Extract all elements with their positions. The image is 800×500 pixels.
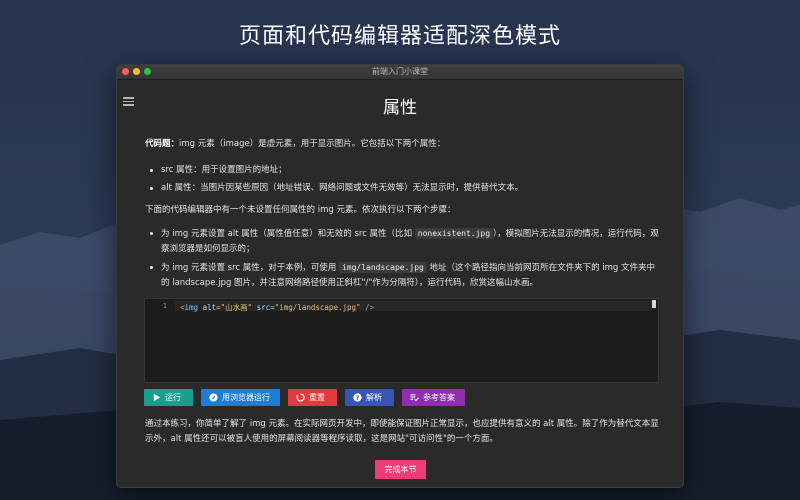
code-line[interactable]: <img alt="山水画" src="img/landscape.jpg" /…: [180, 302, 374, 313]
inline-code: img/landscape.jpg: [338, 262, 427, 273]
window-titlebar[interactable]: 前端入门小课堂: [117, 65, 683, 80]
attribute-list: src 属性：用于设置图片的地址； alt 属性：当图片因某些原因（地址错误、网…: [145, 163, 661, 199]
intro-label: 代码题：: [145, 139, 180, 149]
complete-section-button[interactable]: 完成本节: [375, 460, 426, 479]
question-icon: ?: [353, 393, 362, 402]
app-window: 前端入门小课堂 属性 代码题：img 元素（image）是虚元素，用于显示图片。…: [116, 64, 684, 488]
run-in-browser-button[interactable]: 用浏览器运行: [201, 389, 280, 406]
compass-icon: [209, 393, 218, 402]
svg-text:?: ?: [356, 395, 360, 402]
editor-scrollbar[interactable]: [652, 300, 656, 308]
list-item: src 属性：用于设置图片的地址；: [145, 163, 661, 178]
summary-paragraph: 通过本练习，你简单了解了 img 元素。在实际网页开发中，即使能保证图片正常显示…: [145, 419, 659, 444]
editor-gutter: 1: [145, 299, 175, 382]
reference-answer-button[interactable]: 参考答案: [402, 389, 465, 406]
promo-headline: 页面和代码编辑器适配深色模式: [238, 24, 561, 49]
action-toolbar: 运行 用浏览器运行 重置 ? 解析 参考答案: [144, 389, 465, 406]
reset-button[interactable]: 重置: [288, 389, 337, 406]
list-item: 为 img 元素设置 src 属性，对于本例，可使用 img/landscape…: [145, 260, 661, 291]
run-button[interactable]: 运行: [144, 389, 193, 406]
explain-button[interactable]: ? 解析: [345, 389, 394, 406]
play-icon: [153, 393, 161, 402]
list-check-icon: [410, 394, 419, 402]
inline-code: nonexistent.jpg: [414, 228, 494, 239]
intro-paragraph: 代码题：img 元素（image）是虚元素，用于显示图片。它包括以下两个属性：: [145, 137, 661, 152]
window-title: 前端入门小课堂: [372, 67, 428, 76]
intro-text: img 元素（image）是虚元素，用于显示图片。它包括以下两个属性：: [179, 139, 446, 149]
list-item: alt 属性：当图片因某些原因（地址错误、网络问题或文件无效等）无法显示时，提供…: [145, 181, 661, 196]
task-intro: 下面的代码编辑器中有一个未设置任何属性的 img 元素。依次执行以下两个步骤：: [145, 205, 456, 215]
reset-icon: [296, 393, 305, 402]
list-item: 为 img 元素设置 alt 属性（属性值任意）和无效的 src 属性（比如 n…: [145, 226, 661, 257]
code-editor[interactable]: 1 <img alt="山水画" src="img/landscape.jpg"…: [144, 298, 659, 383]
lesson-content: 属性 代码题：img 元素（image）是虚元素，用于显示图片。它包括以下两个属…: [117, 79, 683, 487]
line-number: 1: [162, 302, 167, 310]
step-list: 为 img 元素设置 alt 属性（属性值任意）和无效的 src 属性（比如 n…: [145, 226, 661, 294]
page-title: 属性: [383, 98, 417, 118]
